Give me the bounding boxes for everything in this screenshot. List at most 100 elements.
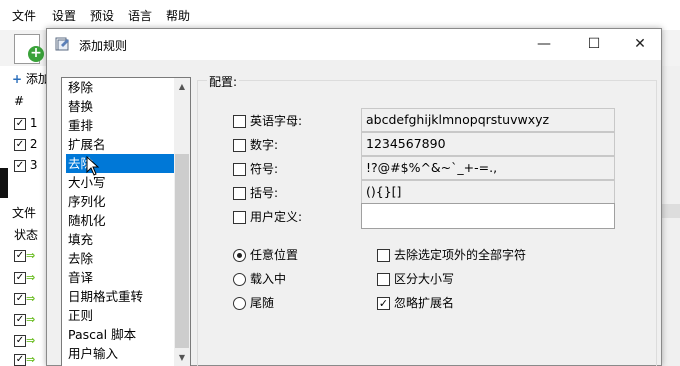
rule-item-regex[interactable]: 正则 [66,306,174,325]
minimize-button[interactable]: — [521,29,567,60]
rule-checkbox[interactable]: ✓ [14,159,26,172]
user-defined-checkbox[interactable] [233,211,246,224]
flag-strip-all-except[interactable]: 去除选定项外的全部字符 [377,246,526,263]
rule-item-padding[interactable]: 填充 [66,230,174,249]
rule-row[interactable]: ✓ 1 [14,116,37,130]
menu-file[interactable]: 文件 [12,7,36,24]
dialog-titlebar[interactable]: 添加规则 — ☐ ✕ [47,29,661,60]
option-letters[interactable]: 英语字母: [233,112,302,129]
scroll-thumb[interactable] [175,154,189,348]
rule-item-translit[interactable]: 音译 [66,268,174,287]
rule-item-clean-up[interactable]: 去除 [66,249,174,268]
rule-row-number: 2 [29,137,38,151]
position-leading[interactable]: 载入中 [233,270,286,287]
menubar: 文件 设置 预设 语言 帮助 [0,0,680,30]
letters-field[interactable]: abcdefghijklmnopqrstuvwxyz [361,108,615,132]
file-checkbox[interactable]: ✓ [14,313,26,326]
flag-skip-extension[interactable]: ✓ 忽略扩展名 [377,294,454,311]
rule-row-number: 3 [29,158,38,172]
rule-item-user-input[interactable]: 用户输入 [66,344,174,363]
status-arrow-icon: ⇒ [26,271,36,284]
rule-row[interactable]: ✓ 3 [14,158,37,172]
anywhere-radio[interactable] [233,249,246,262]
rule-row-number: 1 [29,116,38,130]
files-label: 文件 [12,206,37,220]
option-brackets[interactable]: 括号: [233,184,278,201]
rule-checkbox[interactable]: ✓ [14,117,26,130]
file-checkbox[interactable]: ✓ [14,249,26,262]
status-arrow-icon: ⇒ [26,292,36,305]
symbols-label: 符号: [250,162,279,176]
file-checkbox[interactable]: ✓ [14,353,26,366]
brackets-label: 括号: [250,186,279,200]
rule-item-replace[interactable]: 替换 [66,97,174,116]
rule-item-reformat-date[interactable]: 日期格式重转 [66,287,174,306]
file-row[interactable]: ✓ ⇒ [14,333,35,347]
menu-language[interactable]: 语言 [128,7,152,24]
rule-item-remove[interactable]: 移除 [66,78,174,97]
file-row[interactable]: ✓ ⇒ [14,312,35,326]
user-defined-label: 用户定义: [250,210,303,224]
rule-item-rearrange[interactable]: 重排 [66,116,174,135]
dialog-title: 添加规则 [79,39,128,53]
files-header: 文件 [12,204,36,221]
file-checkbox[interactable]: ✓ [14,271,26,284]
rule-item-pascal-script[interactable]: Pascal 脚本 [66,325,174,344]
file-checkbox[interactable]: ✓ [14,334,26,347]
trailing-label: 尾随 [250,296,275,310]
status-arrow-icon: ⇒ [26,334,36,347]
leading-radio[interactable] [233,273,246,286]
strip-all-except-checkbox[interactable] [377,249,390,262]
leading-label: 载入中 [250,272,287,286]
background-image-fragment [0,168,8,198]
file-row[interactable]: ✓ ⇒ [14,270,35,284]
letters-label: 英语字母: [250,114,303,128]
mouse-cursor-icon [86,156,100,176]
menu-presets[interactable]: 预设 [90,7,114,24]
user-defined-field[interactable] [361,203,615,229]
option-digits[interactable]: 数字: [233,136,278,153]
scroll-up-arrow-icon[interactable]: ▲ [174,78,190,95]
rule-item-randomize[interactable]: 随机化 [66,211,174,230]
option-symbols[interactable]: 符号: [233,160,278,177]
rule-item-serialize[interactable]: 序列化 [66,192,174,211]
maximize-button[interactable]: ☐ [571,29,617,60]
rule-item-strip[interactable]: 去除 [66,154,174,173]
file-row[interactable]: ✓ ⇒ [14,248,35,262]
rule-item-case[interactable]: 大小写 [66,173,174,192]
file-checkbox[interactable]: ✓ [14,292,26,305]
file-row[interactable]: ✓ ⇒ [14,352,35,366]
brackets-checkbox[interactable] [233,187,246,200]
main-right-divider [662,204,680,218]
menu-help[interactable]: 帮助 [166,7,190,24]
brackets-field[interactable]: (){}[] [361,180,615,204]
menu-settings[interactable]: 设置 [52,7,76,24]
case-sensitive-checkbox[interactable] [377,273,390,286]
skip-extension-checkbox[interactable]: ✓ [377,297,390,310]
option-user-defined[interactable]: 用户定义: [233,208,302,225]
status-column-header: 状态 [14,228,39,242]
rule-item-extension[interactable]: 扩展名 [66,135,174,154]
digits-label: 数字: [250,138,279,152]
trailing-radio[interactable] [233,297,246,310]
rule-list-scrollbar[interactable]: ▲ ▼ [174,78,190,366]
digits-field[interactable]: 1234567890 [361,132,615,156]
digits-checkbox[interactable] [233,139,246,152]
rule-type-list[interactable]: 移除 替换 重排 扩展名 去除 大小写 序列化 随机化 填充 去除 音译 日期格… [61,77,191,366]
position-trailing[interactable]: 尾随 [233,294,274,311]
rule-checkbox[interactable]: ✓ [14,138,26,151]
symbols-checkbox[interactable] [233,163,246,176]
add-rule-button[interactable]: + 添加 [12,70,50,87]
letters-checkbox[interactable] [233,115,246,128]
close-button[interactable]: ✕ [617,29,663,60]
case-sensitive-label: 区分大小写 [394,272,455,286]
position-anywhere[interactable]: 任意位置 [233,246,298,263]
add-plus-icon: + [28,46,44,62]
symbols-field[interactable]: !?@#$%^&~`_+-=., [361,156,615,180]
flag-case-sensitive[interactable]: 区分大小写 [377,270,454,287]
rule-row[interactable]: ✓ 2 [14,137,37,151]
file-row[interactable]: ✓ ⇒ [14,291,35,305]
scroll-down-arrow-icon[interactable]: ▼ [174,349,190,366]
rules-column-header: # [14,94,25,108]
status-arrow-icon: ⇒ [26,313,36,326]
